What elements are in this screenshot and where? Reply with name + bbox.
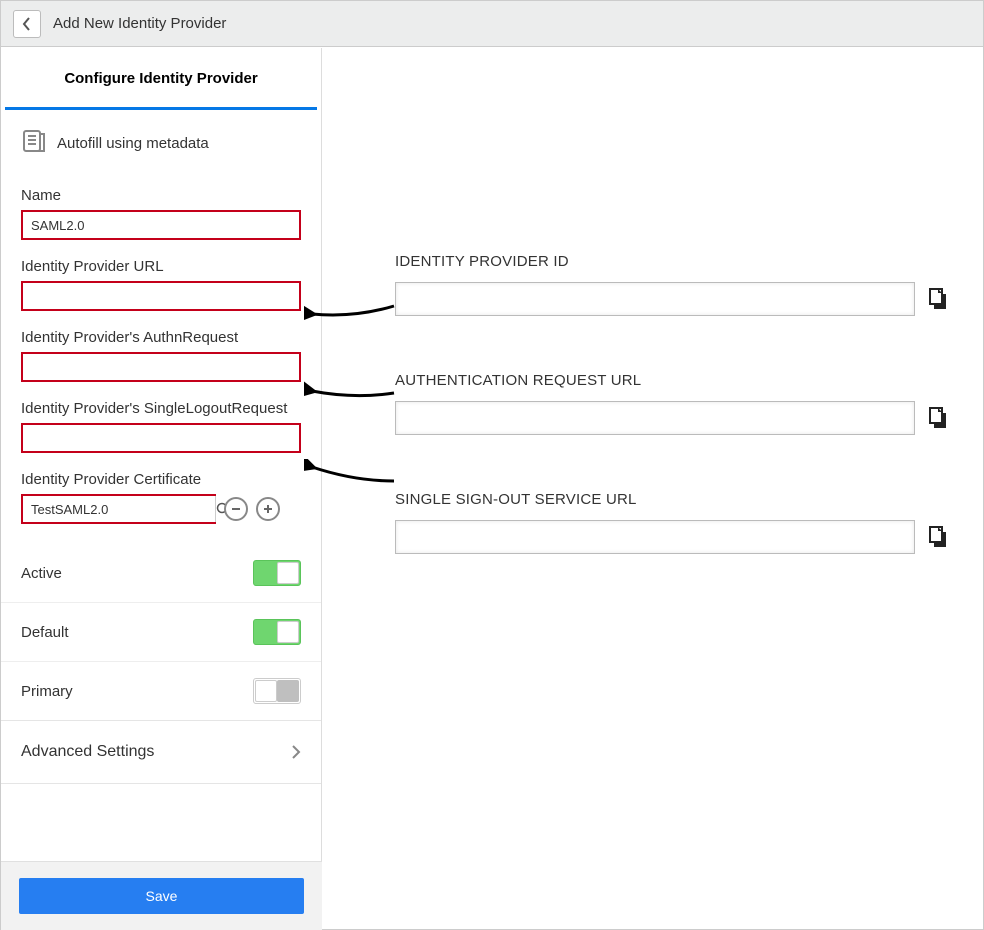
- add-cert-button[interactable]: [256, 497, 280, 521]
- chevron-left-icon: [22, 17, 32, 31]
- active-label: Active: [21, 565, 62, 582]
- name-input[interactable]: [21, 210, 301, 240]
- auth-url-input[interactable]: [395, 401, 915, 435]
- copy-icon: [928, 526, 948, 548]
- name-label: Name: [21, 187, 301, 204]
- idp-url-label: Identity Provider URL: [21, 258, 301, 275]
- idp-id-label: IDENTITY PROVIDER ID: [395, 253, 953, 270]
- remove-cert-button[interactable]: [224, 497, 248, 521]
- auth-url-copy-button[interactable]: [923, 403, 953, 433]
- left-panel: Configure Identity Provider Autofill usi…: [1, 48, 322, 930]
- advanced-settings-row[interactable]: Advanced Settings: [1, 720, 321, 784]
- auth-url-label: AUTHENTICATION REQUEST URL: [395, 372, 953, 389]
- autofill-label: Autofill using metadata: [57, 135, 209, 152]
- default-label: Default: [21, 624, 69, 641]
- idp-id-copy-button[interactable]: [923, 284, 953, 314]
- back-button[interactable]: [13, 10, 41, 38]
- cert-label: Identity Provider Certificate: [21, 471, 301, 488]
- active-toggle[interactable]: [253, 560, 301, 586]
- active-row: Active: [1, 542, 321, 602]
- minus-icon: [230, 503, 242, 515]
- idp-id-input[interactable]: [395, 282, 915, 316]
- cert-input[interactable]: [23, 496, 215, 522]
- sso-out-group: SINGLE SIGN-OUT SERVICE URL: [395, 491, 953, 554]
- authn-label: Identity Provider's AuthnRequest: [21, 329, 301, 346]
- slo-input[interactable]: [21, 423, 301, 453]
- auth-url-group: AUTHENTICATION REQUEST URL: [395, 372, 953, 435]
- page-header: Add New Identity Provider: [1, 1, 983, 47]
- right-panel: IDENTITY PROVIDER ID AUTHENTICATION REQU…: [323, 48, 983, 610]
- idp-url-input[interactable]: [21, 281, 301, 311]
- sso-out-copy-button[interactable]: [923, 522, 953, 552]
- advanced-settings-label: Advanced Settings: [21, 743, 154, 761]
- plus-icon: [262, 503, 274, 515]
- primary-label: Primary: [21, 683, 73, 700]
- copy-icon: [928, 407, 948, 429]
- sso-out-input[interactable]: [395, 520, 915, 554]
- page-title: Add New Identity Provider: [53, 15, 226, 32]
- default-row: Default: [1, 602, 321, 661]
- footer: Save: [1, 861, 322, 930]
- primary-toggle[interactable]: [253, 678, 301, 704]
- idp-id-group: IDENTITY PROVIDER ID: [395, 253, 953, 316]
- default-toggle[interactable]: [253, 619, 301, 645]
- autofill-row[interactable]: Autofill using metadata: [21, 128, 301, 159]
- save-button[interactable]: Save: [19, 878, 304, 914]
- sso-out-label: SINGLE SIGN-OUT SERVICE URL: [395, 491, 953, 508]
- authn-input[interactable]: [21, 352, 301, 382]
- primary-row: Primary: [1, 661, 321, 720]
- document-icon: [21, 128, 47, 159]
- slo-label: Identity Provider's SingleLogoutRequest: [21, 400, 301, 417]
- chevron-right-icon: [291, 744, 301, 760]
- copy-icon: [928, 288, 948, 310]
- cert-input-wrap: [21, 494, 216, 524]
- tab-configure[interactable]: Configure Identity Provider: [5, 48, 317, 110]
